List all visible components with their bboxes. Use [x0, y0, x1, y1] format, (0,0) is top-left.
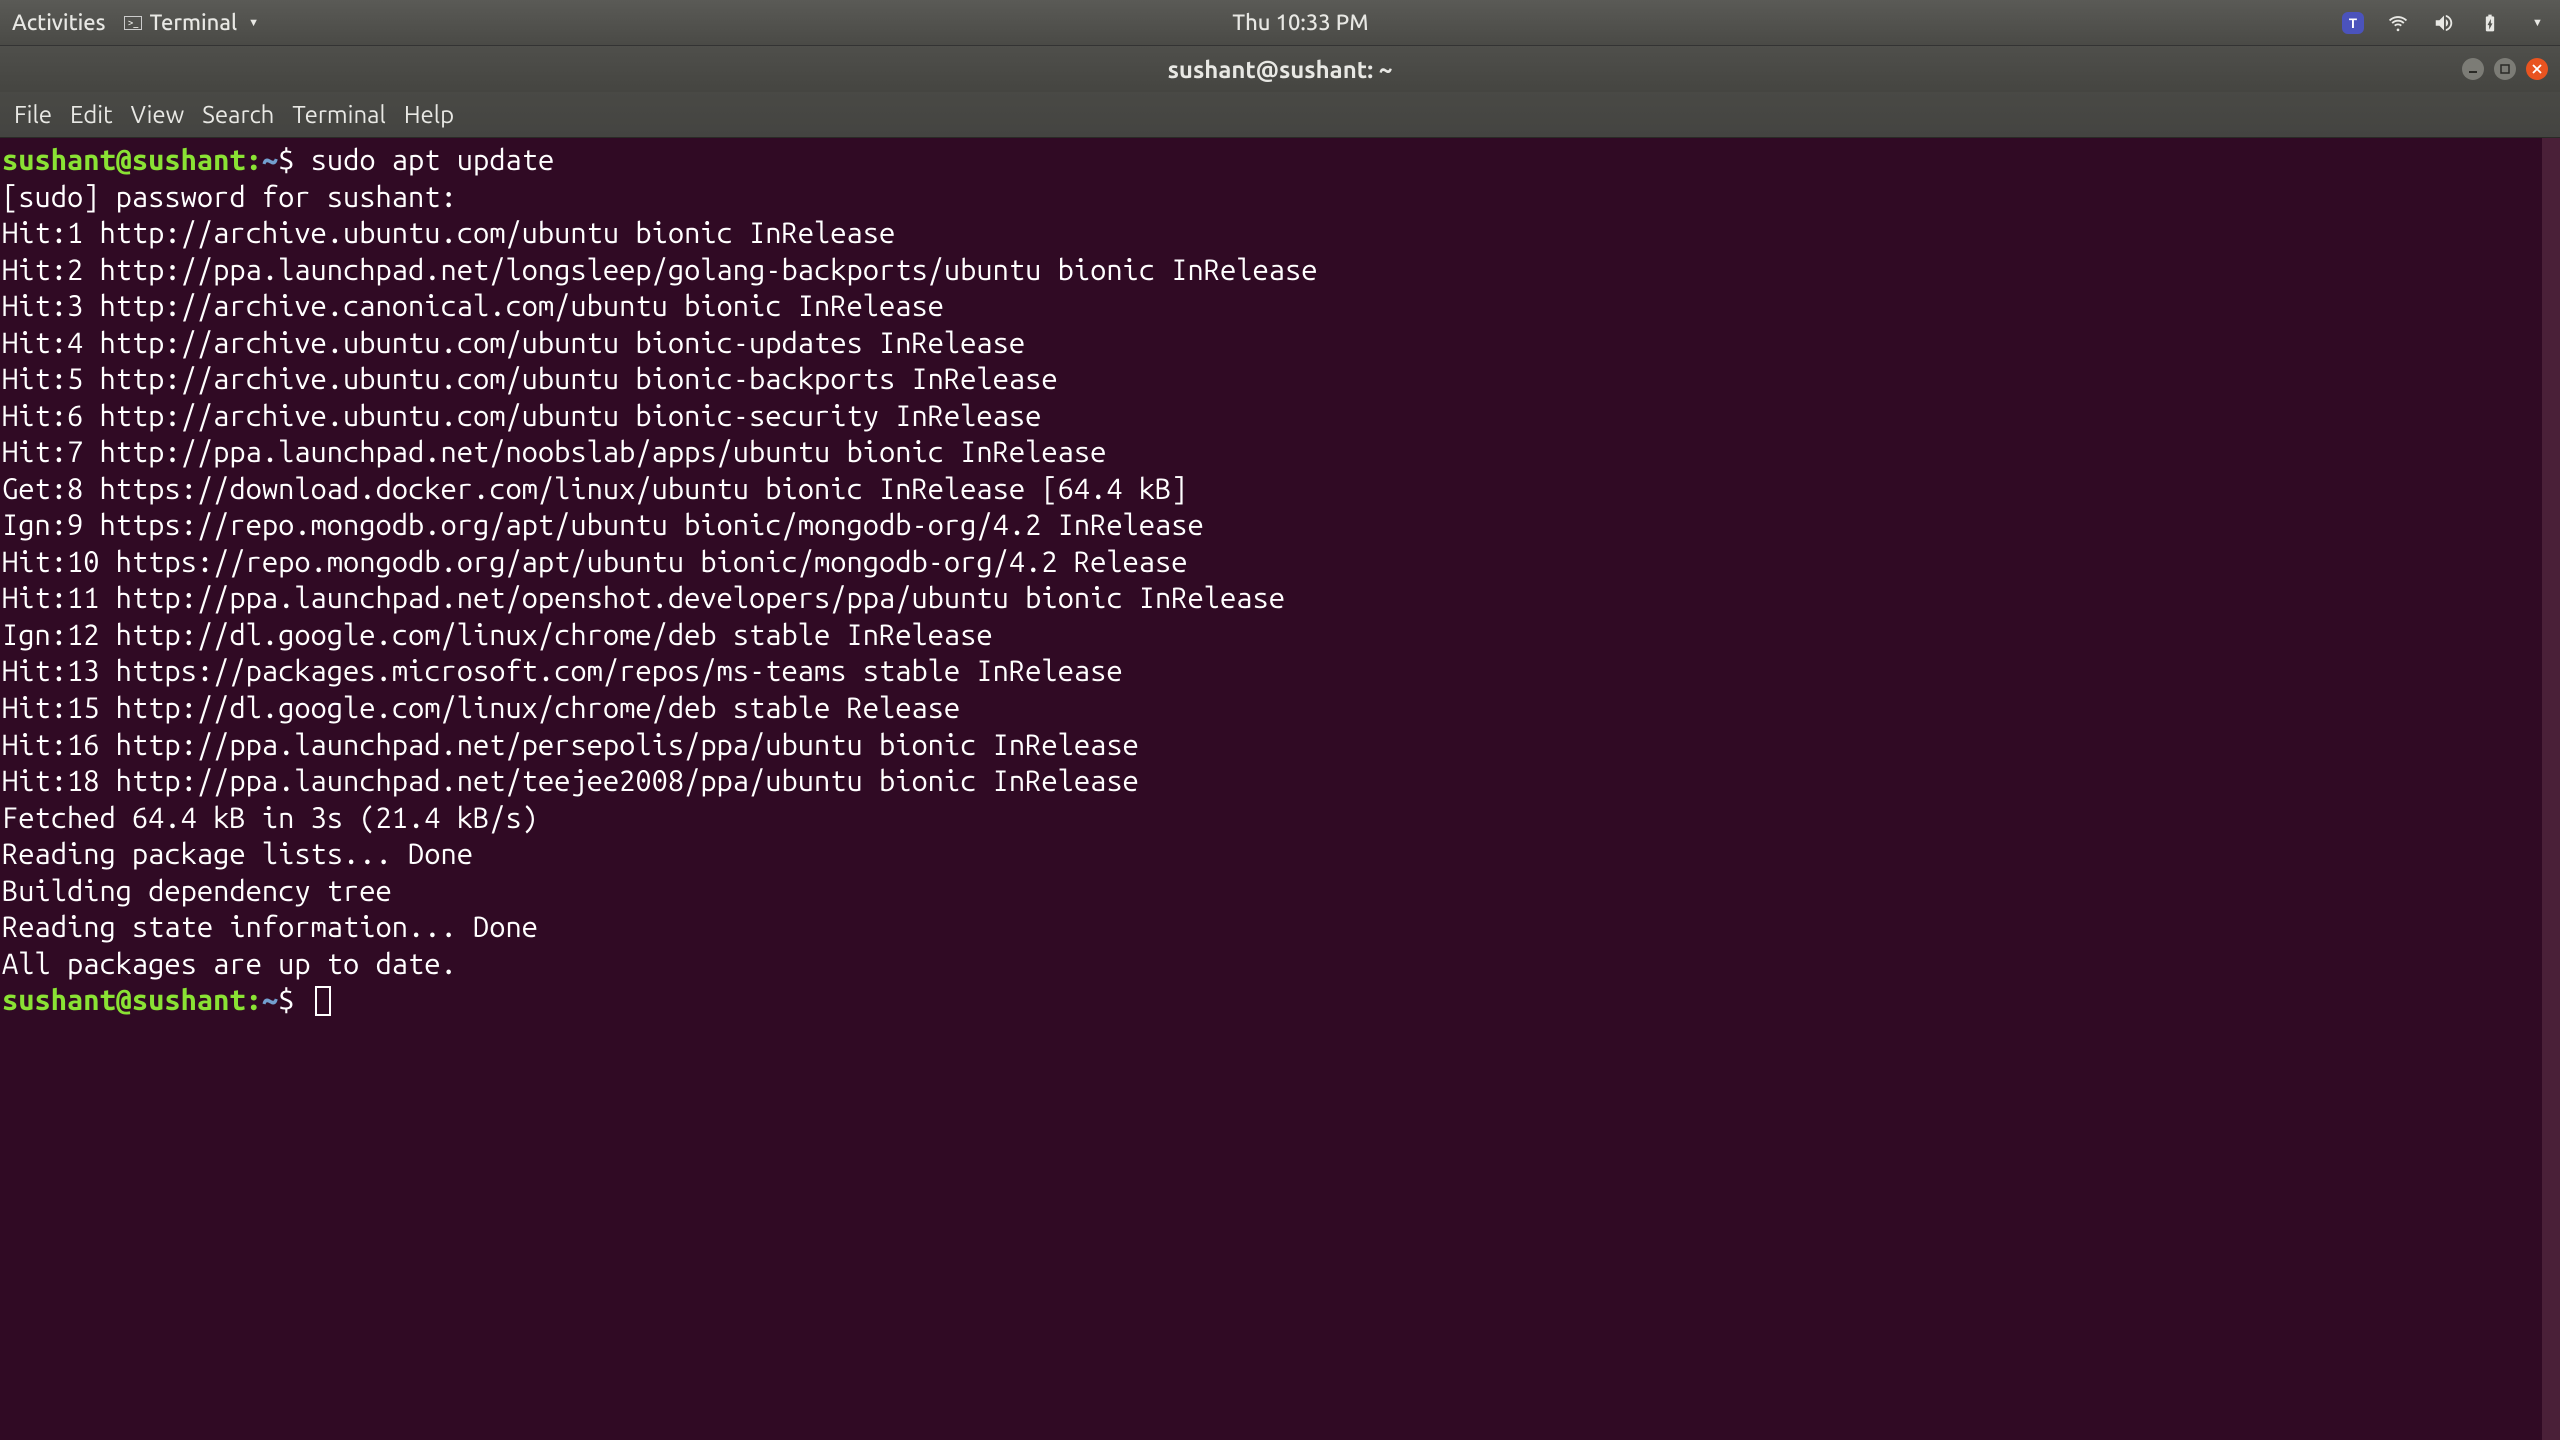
terminal-content[interactable]: sushant@sushant:~$ sudo apt update [sudo…	[0, 138, 2560, 1440]
maximize-button[interactable]	[2494, 58, 2516, 80]
terminal-line: [sudo] password for sushant:	[2, 179, 2558, 216]
scrollbar[interactable]	[2542, 138, 2560, 1440]
terminal-app-icon: >_	[124, 16, 142, 30]
system-tray: T ▼	[2342, 11, 2548, 35]
prompt-dollar: $	[278, 144, 310, 176]
terminal-menu-bar: File Edit View Search Terminal Help	[0, 92, 2560, 138]
terminal-line: Hit:13 https://packages.microsoft.com/re…	[2, 653, 2558, 690]
terminal-line: Get:8 https://download.docker.com/linux/…	[2, 471, 2558, 508]
prompt-user-host: sushant@sushant	[2, 984, 246, 1016]
top-panel-left: Activities >_ Terminal ▼	[12, 10, 259, 35]
menu-file[interactable]: File	[14, 101, 52, 128]
wifi-icon[interactable]	[2386, 11, 2410, 35]
system-menu-icon[interactable]: ▼	[2524, 11, 2548, 35]
activities-label: Activities	[12, 10, 106, 35]
terminal-line: Building dependency tree	[2, 873, 2558, 910]
terminal-line: Hit:15 http://dl.google.com/linux/chrome…	[2, 690, 2558, 727]
terminal-line: Hit:3 http://archive.canonical.com/ubunt…	[2, 288, 2558, 325]
terminal-line: Ign:9 https://repo.mongodb.org/apt/ubunt…	[2, 507, 2558, 544]
prompt-user-host: sushant@sushant	[2, 144, 246, 176]
clock-label[interactable]: Thu 10:33 PM	[1232, 10, 1368, 35]
chevron-down-icon: ▼	[248, 17, 259, 29]
terminal-line: Hit:4 http://archive.ubuntu.com/ubuntu b…	[2, 325, 2558, 362]
terminal-line: Reading package lists... Done	[2, 836, 2558, 873]
terminal-line: Fetched 64.4 kB in 3s (21.4 kB/s)	[2, 800, 2558, 837]
prompt-sep: :	[246, 984, 262, 1016]
menu-help[interactable]: Help	[404, 101, 454, 128]
terminal-app-label: Terminal	[150, 10, 238, 35]
terminal-line: Hit:11 http://ppa.launchpad.net/openshot…	[2, 580, 2558, 617]
activities-button[interactable]: Activities	[12, 10, 106, 35]
terminal-line: Hit:5 http://archive.ubuntu.com/ubuntu b…	[2, 361, 2558, 398]
prompt-path: ~	[262, 984, 278, 1016]
chevron-down-icon: ▼	[2532, 17, 2543, 29]
terminal-line: Hit:6 http://archive.ubuntu.com/ubuntu b…	[2, 398, 2558, 435]
battery-icon[interactable]	[2478, 11, 2502, 35]
menu-search[interactable]: Search	[202, 101, 274, 128]
terminal-line: Hit:2 http://ppa.launchpad.net/longsleep…	[2, 252, 2558, 289]
terminal-line: Hit:1 http://archive.ubuntu.com/ubuntu b…	[2, 215, 2558, 252]
terminal-line: sushant@sushant:~$	[2, 982, 2558, 1019]
terminal-line: Hit:18 http://ppa.launchpad.net/teejee20…	[2, 763, 2558, 800]
terminal-cursor	[315, 986, 331, 1016]
minimize-button[interactable]	[2462, 58, 2484, 80]
window-title: sushant@sushant: ~	[1168, 56, 1393, 83]
close-button[interactable]	[2526, 58, 2548, 80]
gnome-top-panel: Activities >_ Terminal ▼ Thu 10:33 PM T …	[0, 0, 2560, 46]
terminal-line: Hit:16 http://ppa.launchpad.net/persepol…	[2, 727, 2558, 764]
window-title-bar[interactable]: sushant@sushant: ~	[0, 46, 2560, 92]
prompt-path: ~	[262, 144, 278, 176]
prompt-dollar: $	[278, 984, 310, 1016]
terminal-line: sushant@sushant:~$ sudo apt update	[2, 142, 2558, 179]
volume-icon[interactable]	[2432, 11, 2456, 35]
menu-terminal[interactable]: Terminal	[292, 101, 385, 128]
command-text: sudo apt update	[311, 144, 555, 176]
window-controls	[2462, 58, 2548, 80]
teams-tray-icon[interactable]: T	[2342, 12, 2364, 34]
terminal-line: Ign:12 http://dl.google.com/linux/chrome…	[2, 617, 2558, 654]
menu-edit[interactable]: Edit	[70, 101, 113, 128]
menu-view[interactable]: View	[131, 101, 185, 128]
prompt-sep: :	[246, 144, 262, 176]
terminal-line: All packages are up to date.	[2, 946, 2558, 983]
terminal-line: Hit:7 http://ppa.launchpad.net/noobslab/…	[2, 434, 2558, 471]
terminal-line: Reading state information... Done	[2, 909, 2558, 946]
terminal-line: Hit:10 https://repo.mongodb.org/apt/ubun…	[2, 544, 2558, 581]
terminal-app-menu[interactable]: >_ Terminal ▼	[124, 10, 259, 35]
